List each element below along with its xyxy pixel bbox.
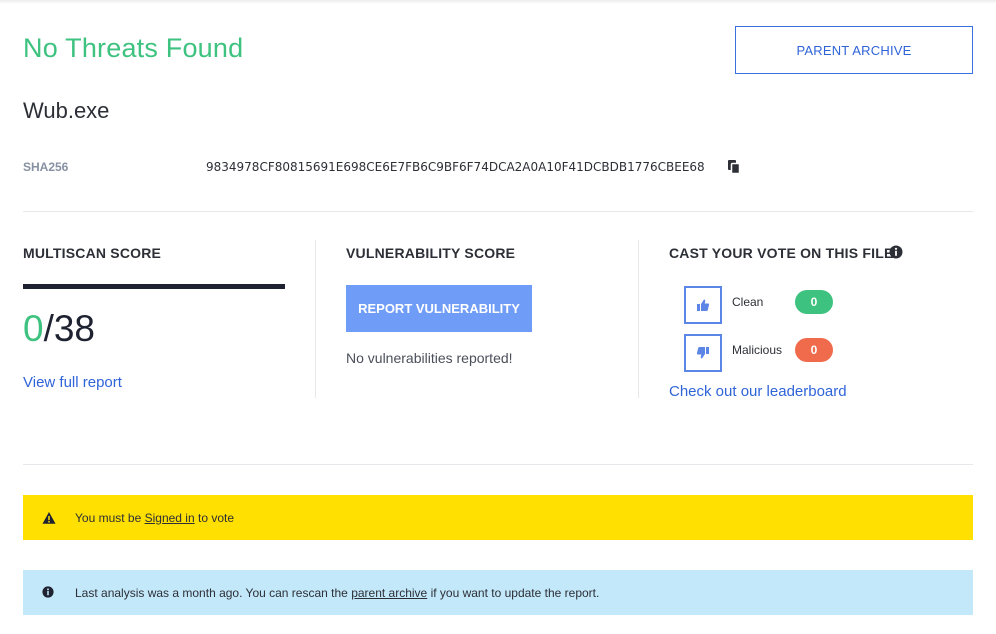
leaderboard-link[interactable]: Check out our leaderboard [669,383,847,400]
vulnerability-score-title: VULNERABILITY SCORE [346,245,516,261]
scan-status-title: No Threats Found [23,33,244,63]
section-divider [23,464,973,465]
analysis-alert-prefix: Last analysis was a month ago. You can r… [75,585,352,600]
info-icon[interactable] [889,245,903,259]
warning-icon [42,511,56,525]
top-shadow [0,0,996,4]
report-vulnerability-button[interactable]: REPORT VULNERABILITY [346,285,532,332]
vote-clean-button[interactable] [684,286,722,324]
clean-label: Clean [732,295,764,309]
section-divider [23,211,973,212]
column-separator [315,240,316,398]
analysis-alert-suffix: if you want to update the report. [427,585,600,600]
thumbs-up-icon [697,299,710,311]
malicious-label: Malicious [732,343,783,357]
signed-in-link[interactable]: Signed in [145,511,195,525]
view-full-report-link[interactable]: View full report [23,374,122,391]
detected-count: 0 [23,308,44,349]
signin-alert-suffix: to vote [194,510,235,525]
thumbs-down-icon [696,347,709,359]
vote-malicious-button[interactable] [684,334,722,372]
copy-icon[interactable] [726,159,742,175]
column-separator [638,240,639,398]
analysis-alert: Last analysis was a month ago. You can r… [23,570,973,615]
sha256-value: 9834978CF80815691E698CE6E7FB6C9BF6F74DCA… [206,160,705,174]
info-icon [42,585,56,600]
parent-archive-link[interactable]: parent archive [351,586,427,600]
multiscan-score-bar [23,284,285,289]
parent-archive-button[interactable]: PARENT ARCHIVE [735,26,973,74]
total-engines: /38 [43,308,96,349]
clean-count-badge: 0 [795,290,833,314]
malicious-count-badge: 0 [795,338,833,362]
file-name: Wub.exe [23,98,110,123]
vulnerability-status-text: No vulnerabilities reported! [346,350,513,366]
sha256-label: SHA256 [23,160,69,174]
multiscan-score-title: MULTISCAN SCORE [23,245,162,261]
signin-alert: You must be Signed in to vote [23,495,973,540]
vote-title: CAST YOUR VOTE ON THIS FILE [669,245,894,261]
signin-alert-prefix: You must be [75,510,145,525]
multiscan-score: 0/38 [23,308,95,350]
